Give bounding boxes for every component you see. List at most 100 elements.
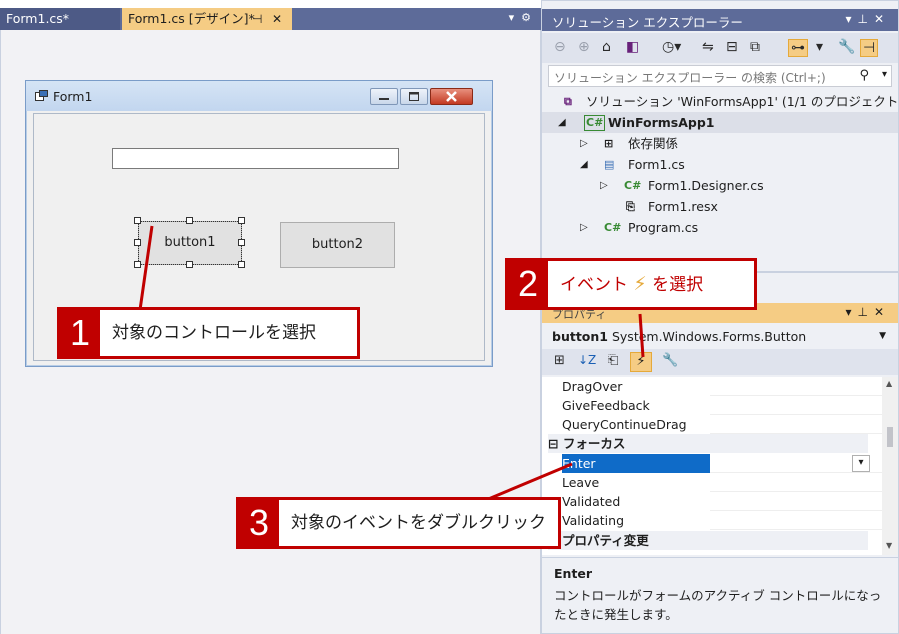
tree-item-dependencies[interactable]: ▷ ⊞ 依存関係 bbox=[542, 133, 898, 154]
scroll-down-icon[interactable]: ▼ bbox=[886, 541, 892, 550]
dropdown-icon[interactable]: ▾ bbox=[816, 39, 823, 55]
property-row[interactable]: QueryContinueDrag bbox=[562, 415, 712, 434]
collapse-icon[interactable]: ⊟ bbox=[548, 436, 558, 451]
resize-handle[interactable] bbox=[186, 217, 193, 224]
category-row-property-changed[interactable]: プロパティ変更 bbox=[548, 531, 868, 550]
solution-explorer-title: ソリューション エクスプローラー bbox=[552, 15, 743, 30]
resize-handle[interactable] bbox=[134, 261, 141, 268]
properties-scrollbar[interactable]: ▲ ▼ bbox=[882, 377, 898, 555]
collapse-all-icon[interactable]: ⊟ bbox=[726, 39, 738, 55]
tree-item-form1-resx[interactable]: ⎘ Form1.resx bbox=[542, 196, 898, 217]
expanded-arrow-icon[interactable]: ◢ bbox=[580, 154, 588, 175]
property-value-cell[interactable] bbox=[710, 415, 882, 434]
tree-item-label: ソリューション 'WinFormsApp1' (1/1 のプロジェクト) bbox=[586, 94, 899, 109]
forward-icon[interactable]: ⊕ bbox=[578, 39, 590, 55]
object-type: System.Windows.Forms.Button bbox=[611, 329, 807, 344]
minimize-button[interactable] bbox=[370, 88, 398, 105]
wrench-icon[interactable]: 🔧 bbox=[662, 353, 678, 368]
document-tab-strip: Form1.cs* Form1.cs [デザイン]* ⊣ ✕ ▾ ⚙ bbox=[0, 8, 541, 30]
property-row[interactable]: GiveFeedback bbox=[562, 396, 712, 415]
tree-item-form1[interactable]: ◢ ▤ Form1.cs bbox=[542, 154, 898, 175]
events-lightning-icon[interactable]: ⚡ bbox=[630, 352, 652, 372]
category-row-focus[interactable]: ⊟ フォーカス bbox=[548, 434, 868, 453]
tree-item-label: Program.cs bbox=[628, 220, 699, 235]
tab-form1-designer[interactable]: Form1.cs [デザイン]* ⊣ ✕ bbox=[122, 8, 292, 30]
properties-icon[interactable]: 🔧 bbox=[838, 39, 855, 55]
resize-handle[interactable] bbox=[134, 217, 141, 224]
collapsed-arrow-icon[interactable]: ▷ bbox=[580, 217, 588, 238]
callout-text-after: を選択 bbox=[652, 275, 704, 295]
resize-handle[interactable] bbox=[238, 217, 245, 224]
event-row-validating[interactable]: Validating bbox=[562, 511, 712, 530]
resource-file-icon: ⎘ bbox=[626, 200, 635, 213]
property-value-cell[interactable] bbox=[710, 492, 882, 511]
resize-handle[interactable] bbox=[134, 239, 141, 246]
csharp-file-icon: C# bbox=[624, 179, 642, 192]
csharp-project-icon: C# bbox=[584, 115, 606, 131]
panel-window-icons[interactable]: ▾⊥✕ bbox=[845, 12, 890, 26]
switch-views-icon[interactable]: ◧ bbox=[626, 39, 639, 55]
property-pages-icon[interactable]: ⎗ bbox=[608, 353, 618, 368]
tree-item-form1-designer[interactable]: ▷ C# Form1.Designer.cs bbox=[542, 175, 898, 196]
collapsed-arrow-icon[interactable]: ▷ bbox=[600, 175, 608, 196]
event-row-leave[interactable]: Leave bbox=[562, 473, 712, 492]
lightning-icon: ⚡ bbox=[633, 273, 647, 295]
search-icon[interactable]: ⚲ bbox=[859, 68, 869, 83]
panel-window-icons[interactable]: ▾⊥✕ bbox=[845, 305, 890, 319]
chevron-down-icon[interactable]: ▼ bbox=[879, 331, 886, 341]
preview-selected-icon[interactable]: ⊶ bbox=[788, 39, 808, 57]
tree-item-program[interactable]: ▷ C# Program.cs bbox=[542, 217, 898, 238]
collapsed-arrow-icon[interactable]: ▷ bbox=[580, 133, 588, 154]
callout-step-1: 1 対象のコントロールを選択 bbox=[57, 307, 360, 359]
chevron-down-icon[interactable]: ▾ bbox=[852, 455, 870, 472]
search-options-icon[interactable]: ▾ bbox=[882, 69, 887, 80]
expanded-arrow-icon[interactable]: ◢ bbox=[558, 112, 566, 133]
solution-explorer-panel: ソリューション エクスプローラー ▾⊥✕ ⊖ ⊕ ⌂ ◧ ◷▾ ⇋ ⊟ ⧉ ⊶ … bbox=[541, 0, 899, 272]
property-value-cell[interactable] bbox=[710, 511, 882, 530]
pin-icon[interactable]: ⊣ bbox=[860, 39, 879, 57]
maximize-button[interactable] bbox=[400, 88, 428, 105]
alphabetical-icon[interactable]: ↓Z bbox=[578, 353, 596, 367]
close-icon[interactable]: ✕ bbox=[272, 8, 282, 30]
callout-text: イベント ⚡ を選択 bbox=[560, 261, 703, 307]
textbox1[interactable] bbox=[112, 148, 399, 169]
scroll-thumb[interactable] bbox=[887, 427, 893, 447]
property-value-cell[interactable] bbox=[710, 473, 882, 492]
event-row-enter[interactable]: Enter bbox=[562, 454, 710, 473]
callout-number: 3 bbox=[239, 500, 279, 546]
close-button[interactable] bbox=[430, 88, 473, 105]
pending-changes-icon[interactable]: ◷▾ bbox=[662, 39, 681, 55]
tab-dropdown-icon[interactable]: ▾ ⚙ bbox=[509, 11, 531, 24]
home-icon[interactable]: ⌂ bbox=[602, 39, 611, 55]
callout-step-2: 2 イベント ⚡ を選択 bbox=[505, 258, 757, 310]
back-icon[interactable]: ⊖ bbox=[554, 39, 566, 55]
property-row[interactable]: DragOver bbox=[562, 377, 712, 396]
solution-explorer-toolbar: ⊖ ⊕ ⌂ ◧ ◷▾ ⇋ ⊟ ⧉ ⊶ ▾ 🔧 ⊣ bbox=[542, 33, 898, 63]
tree-item-project[interactable]: ◢ C# WinFormsApp1 bbox=[542, 112, 898, 133]
scroll-up-icon[interactable]: ▲ bbox=[886, 379, 892, 388]
property-value-cell[interactable] bbox=[710, 377, 882, 396]
properties-grid: DragOver GiveFeedback QueryContinueDrag … bbox=[542, 377, 882, 555]
search-placeholder: ソリューション エクスプローラー の検索 (Ctrl+;) bbox=[554, 71, 826, 85]
dependencies-icon: ⊞ bbox=[604, 137, 614, 150]
tab-form1-code[interactable]: Form1.cs* bbox=[0, 8, 120, 30]
tab-label: Form1.cs [デザイン]* bbox=[128, 11, 255, 26]
resize-handle[interactable] bbox=[238, 261, 245, 268]
category-label: フォーカス bbox=[562, 436, 626, 451]
button2[interactable]: button2 bbox=[280, 222, 395, 268]
event-row-validated[interactable]: Validated bbox=[562, 492, 712, 511]
tree-item-solution[interactable]: ⧉ ソリューション 'WinFormsApp1' (1/1 のプロジェクト) bbox=[542, 91, 899, 112]
property-description: Enter コントロールがフォームのアクティブ コントロールになったときに発生し… bbox=[542, 557, 898, 633]
solution-search-input[interactable]: ソリューション エクスプローラー の検索 (Ctrl+;) ⚲ ▾ bbox=[548, 65, 892, 87]
properties-object-selector[interactable]: button1 System.Windows.Forms.Button bbox=[552, 329, 806, 344]
callout-text: 対象のコントロールを選択 bbox=[112, 323, 316, 343]
show-all-files-icon[interactable]: ⧉ bbox=[750, 39, 760, 55]
categorized-icon[interactable]: ⊞ bbox=[554, 353, 565, 368]
resize-handle[interactable] bbox=[186, 261, 193, 268]
sync-icon[interactable]: ⇋ bbox=[702, 39, 714, 55]
property-value-cell[interactable] bbox=[710, 396, 882, 415]
callout-number: 1 bbox=[60, 310, 100, 356]
solution-tree: ⧉ ソリューション 'WinFormsApp1' (1/1 のプロジェクト) ◢… bbox=[542, 91, 899, 271]
pin-icon[interactable]: ⊣ bbox=[252, 8, 262, 30]
resize-handle[interactable] bbox=[238, 239, 245, 246]
